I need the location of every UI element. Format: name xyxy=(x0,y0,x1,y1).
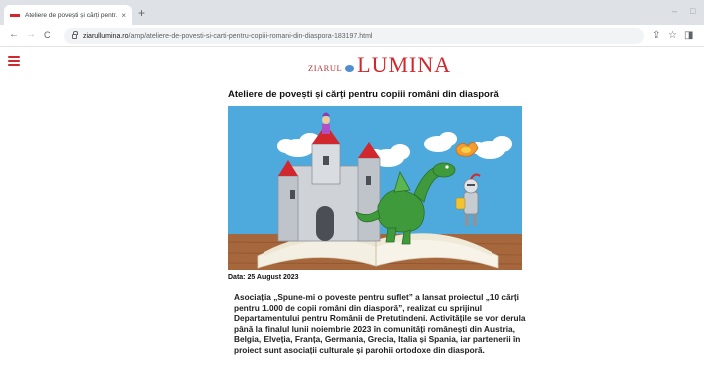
storybook-illustration xyxy=(228,106,522,270)
site-header: ZIARUL LUMINA xyxy=(0,47,704,81)
site-logo[interactable]: ZIARUL LUMINA xyxy=(308,51,451,77)
maximize-icon[interactable]: □ xyxy=(690,6,695,16)
back-arrow-icon[interactable]: ← xyxy=(9,29,19,41)
share-icon[interactable]: ⇪ xyxy=(652,30,660,42)
reload-icon[interactable]: C xyxy=(44,29,51,41)
url-path: /amp/ateliere-de-povesti-si-carti-pentru… xyxy=(128,32,373,40)
menu-hamburger-icon[interactable] xyxy=(8,56,20,66)
address-bar[interactable]: ziarullumina.ro/amp/ateliere-de-povesti-… xyxy=(64,28,644,44)
site-favicon-icon xyxy=(10,13,20,17)
tab-title: Ateliere de povești și cărți pentr... xyxy=(25,11,118,19)
new-tab-button[interactable]: + xyxy=(138,6,145,20)
lock-icon[interactable] xyxy=(72,30,78,39)
browser-tab[interactable]: Ateliere de povești și cărți pentr... × xyxy=(4,5,132,25)
article-date: Data: 25 August 2023 xyxy=(228,274,299,281)
minimize-icon[interactable]: – xyxy=(672,6,677,16)
bookmark-star-icon[interactable]: ☆ xyxy=(668,30,677,42)
tab-strip: Ateliere de povești și cărți pentr... × … xyxy=(0,0,704,25)
url-text[interactable]: ziarullumina.ro/amp/ateliere-de-povesti-… xyxy=(83,33,372,40)
browser-toolbar: ← → C ziarullumina.ro/amp/ateliere-de-po… xyxy=(0,25,704,47)
article-hero-image xyxy=(228,106,522,270)
logo-big-text: LUMINA xyxy=(357,52,452,77)
url-host: ziarullumina.ro xyxy=(83,32,129,40)
logo-small-text: ZIARUL xyxy=(308,63,343,73)
logo-drop-icon xyxy=(345,65,355,72)
forward-arrow-icon[interactable]: → xyxy=(26,29,36,41)
side-panel-icon[interactable]: ◨ xyxy=(684,30,693,42)
article-title: Ateliere de povești și cărți pentru copi… xyxy=(228,89,499,100)
article-body: Asociația „Spune-mi o poveste pentru suf… xyxy=(234,292,526,355)
tab-close-icon[interactable]: × xyxy=(121,11,126,20)
